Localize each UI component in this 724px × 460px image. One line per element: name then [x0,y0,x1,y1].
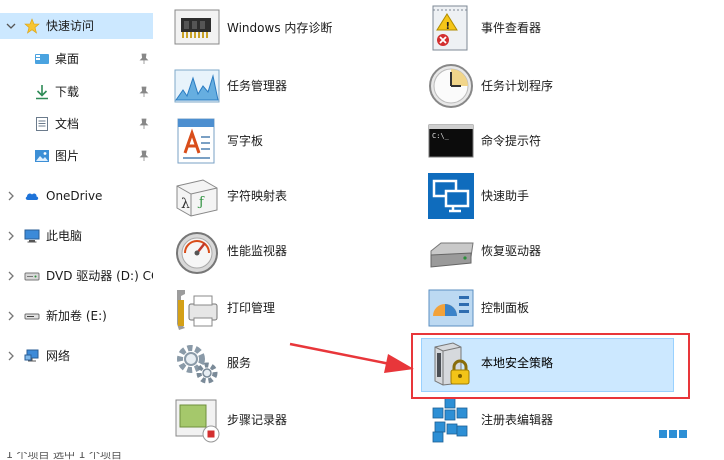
tool-wordpad[interactable]: 写字板 [173,117,413,165]
event-viewer-icon: ! [432,5,468,51]
navigation-pane: 快速访问 桌面 下载 文档 图片 OneDrive 此电脑 DVD 驱动器 (D… [0,0,153,455]
chevron-right-icon[interactable] [5,190,17,202]
nav-label: 桌面 [55,52,80,66]
computer-icon [24,229,40,243]
tool-label: 写字板 [227,134,264,148]
tool-label: 字符映射表 [227,189,288,203]
nav-downloads[interactable]: 下载 [0,79,153,105]
tool-label: Windows 内存诊断 [227,21,333,35]
tool-event-viewer[interactable]: ! 事件查看器 [427,4,687,52]
command-prompt-icon: C:\_ [428,124,474,158]
wordpad-icon [177,118,215,164]
nav-label: 下载 [55,85,80,99]
nav-label: 文档 [55,117,80,131]
network-icon [24,349,39,362]
pin-icon[interactable] [138,150,150,162]
nav-this-pc[interactable]: 此电脑 [0,223,153,249]
tool-label: 任务管理器 [227,79,288,93]
pin-icon[interactable] [138,53,150,65]
nav-label: 快速访问 [46,19,95,33]
tool-task-scheduler[interactable]: 任务计划程序 [427,62,687,110]
cloud-icon [25,193,39,200]
nav-desktop[interactable]: 桌面 [0,46,153,72]
arrow-annotation-icon [289,342,414,373]
tool-label: 服务 [227,356,252,370]
tool-label: 控制面板 [481,301,530,315]
svg-text:ƒ: ƒ [197,195,205,210]
tool-memory-diagnostic[interactable]: Windows 内存诊断 [173,4,413,52]
svg-text:λ: λ [181,196,190,212]
nav-label: 图片 [55,149,80,163]
tool-control-panel[interactable]: 控制面板 [427,284,687,332]
svg-text:!: ! [446,21,451,32]
nav-onedrive[interactable]: OneDrive [0,183,153,209]
desktop-icon [35,54,49,64]
nav-quick-access[interactable]: 快速访问 [0,13,153,39]
nav-volume-e[interactable]: 新加卷 (E:) [0,303,153,329]
highlight-frame [411,333,690,399]
steps-recorder-icon [175,399,220,443]
registry-cubes-icon [659,430,687,438]
task-scheduler-icon [429,64,473,108]
nav-documents[interactable]: 文档 [0,111,153,137]
status-bar: 1 个项目 选中 1 个项目 [0,452,724,460]
tool-task-manager[interactable]: 任务管理器 [173,62,413,110]
tool-label: 性能监视器 [227,244,288,258]
drive-icon [24,313,40,320]
nav-label: 新加卷 (E:) [46,309,107,323]
pin-icon[interactable] [138,118,150,130]
star-icon [24,18,40,34]
download-icon [36,85,48,100]
chevron-right-icon[interactable] [5,230,17,242]
quick-assist-icon [428,173,474,219]
document-icon [36,117,48,131]
nav-label: 此电脑 [46,229,83,243]
character-map-icon: λ ƒ [176,179,218,217]
dvd-icon [24,272,40,281]
tool-command-prompt[interactable]: C:\_ 命令提示符 [427,117,687,165]
performance-monitor-icon [176,232,218,274]
chevron-right-icon[interactable] [5,310,17,322]
tool-recovery-drive[interactable]: 恢复驱动器 [427,227,687,275]
tool-registry-editor[interactable]: 注册表编辑器 [427,396,687,444]
tool-label: 快速助手 [481,189,530,203]
tool-label: 步骤记录器 [227,413,288,427]
pictures-icon [35,150,49,162]
nav-network[interactable]: 网络 [0,343,153,369]
memory-diagnostic-icon [174,9,220,45]
nav-dvd-drive[interactable]: DVD 驱动器 (D:) CC [0,263,153,289]
tool-label: 事件查看器 [481,21,542,35]
nav-pictures[interactable]: 图片 [0,143,153,169]
tool-label: 打印管理 [227,301,276,315]
print-management-icon [177,290,218,330]
chevron-down-icon[interactable] [5,20,17,32]
tool-label: 注册表编辑器 [481,413,554,427]
tool-print-management[interactable]: 打印管理 [173,284,413,332]
tool-performance-monitor[interactable]: 性能监视器 [173,227,413,275]
tool-label: 命令提示符 [481,134,542,148]
recovery-drive-icon [430,242,474,268]
registry-editor-icon [432,397,468,443]
tool-label: 恢复驱动器 [481,244,542,258]
svg-text:C:\_: C:\_ [432,132,450,140]
nav-label: 网络 [46,349,71,363]
chevron-right-icon[interactable] [5,270,17,282]
chevron-right-icon[interactable] [5,350,17,362]
services-icon [177,345,218,384]
tool-steps-recorder[interactable]: 步骤记录器 [173,396,413,444]
tool-label: 任务计划程序 [481,79,554,93]
nav-label: OneDrive [46,189,103,203]
control-panel-icon [428,289,474,327]
tool-quick-assist[interactable]: 快速助手 [427,172,687,220]
tool-character-map[interactable]: λ ƒ 字符映射表 [173,172,413,220]
pin-icon[interactable] [138,86,150,98]
nav-label: DVD 驱动器 (D:) CC [46,269,153,283]
task-manager-icon [174,69,220,103]
status-text: 1 个项目 选中 1 个项目 [6,452,122,460]
